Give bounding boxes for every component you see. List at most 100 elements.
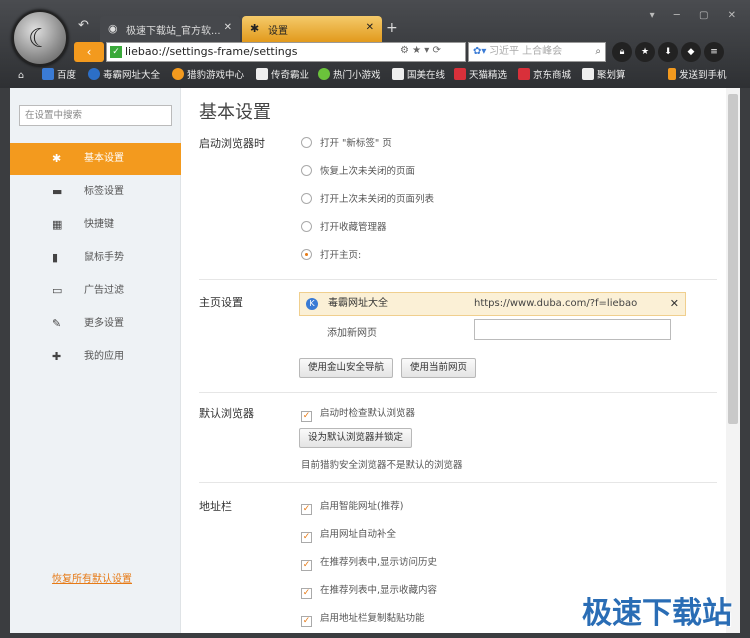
homepage-entry: K 毒霸网址大全 https://www.duba.com/?f=liebao … xyxy=(299,292,686,316)
bookmark-duba[interactable]: 毒霸网址大全 xyxy=(88,66,160,86)
url-text: liebao://settings-frame/settings xyxy=(125,45,298,58)
startup-label: 启动浏览器时 xyxy=(199,137,265,150)
homepage-label: 主页设置 xyxy=(199,296,243,309)
bookmark-gome[interactable]: 国美在线 xyxy=(392,66,445,86)
globe-icon: ◉ xyxy=(108,22,118,35)
star-icon[interactable]: ★ xyxy=(635,42,655,62)
back-icon[interactable]: ↶ xyxy=(78,18,89,33)
wrench-icon: ✎ xyxy=(52,317,62,330)
checkbox-checked[interactable]: ✓ xyxy=(301,504,312,515)
radio[interactable] xyxy=(301,165,312,176)
set-default-browser-button[interactable]: 设为默认浏览器并锁定 xyxy=(299,428,413,448)
scrollbar-thumb[interactable] xyxy=(728,94,738,424)
settings-search-input[interactable]: 在设置中搜索 xyxy=(19,105,172,126)
checkbox-checked[interactable]: ✓ xyxy=(301,560,312,571)
checkbox-checked[interactable]: ✓ xyxy=(301,588,312,599)
startup-option-newtab[interactable]: 打开 "新标签" 页 xyxy=(301,135,392,149)
sidebar-item-mouse-gestures[interactable]: ▮ 鼠标手势 xyxy=(10,242,181,274)
default-browser-label: 默认浏览器 xyxy=(199,407,254,420)
search-input[interactable]: ✿▾ 习近平 上合峰会 ⌕ xyxy=(468,42,606,62)
cheetah-logo-icon[interactable]: ☾ xyxy=(12,10,68,66)
homepage-entry-name: 毒霸网址大全 xyxy=(328,298,388,309)
settings-content: 基本设置 启动浏览器时 打开 "新标签" 页 恢复上次未关闭的页面 打开上次未关… xyxy=(181,88,726,633)
address-bar-label: 地址栏 xyxy=(199,500,232,513)
bookmark-mini-games[interactable]: 热门小游戏 xyxy=(318,66,381,86)
home-icon[interactable]: ⌂ xyxy=(18,66,24,86)
add-page-input[interactable] xyxy=(474,319,671,340)
settings-sidebar: 在设置中搜索 ✱ 基本设置 ▬ 标签设置 ▦ 快捷键 ▮ 鼠标手势 ▭ 广告过滤… xyxy=(10,88,181,633)
divider xyxy=(199,482,717,483)
bookmark-baidu[interactable]: 百度 xyxy=(42,66,76,86)
sidebar-item-apps[interactable]: ✚ 我的应用 xyxy=(10,341,181,373)
tab-label: 极速下载站_官方软... xyxy=(126,26,221,37)
tab-label: 设置 xyxy=(268,26,288,37)
startup-option-homepage[interactable]: 打开主页: xyxy=(301,247,361,261)
option-show-history[interactable]: ✓ 在推荐列表中,显示访问历史 xyxy=(301,554,437,571)
new-tab-button[interactable]: + xyxy=(386,20,398,36)
radio[interactable] xyxy=(301,193,312,204)
restore-defaults-link[interactable]: 恢复所有默认设置 xyxy=(52,570,132,585)
divider xyxy=(199,392,717,393)
gear-icon: ✱ xyxy=(52,152,62,165)
bookmark-juhuasuan[interactable]: 聚划算 xyxy=(582,66,626,86)
default-browser-status: 目前猎豹安全浏览器不是默认的浏览器 xyxy=(301,460,463,471)
option-smart-url[interactable]: ✓ 启用智能网址(推荐) xyxy=(301,498,403,515)
tab-settings[interactable]: ✱ 设置 ✕ xyxy=(242,16,382,42)
sidebar-item-shortcuts[interactable]: ▦ 快捷键 xyxy=(10,209,181,241)
bookmark-chuanqi[interactable]: 传奇霸业 xyxy=(256,66,309,86)
bookmark-jd[interactable]: 京东商城 xyxy=(518,66,571,86)
download-icon[interactable]: ⬇ xyxy=(658,42,678,62)
radio-selected[interactable] xyxy=(301,249,312,260)
use-safe-nav-button[interactable]: 使用金山安全导航 xyxy=(299,358,394,378)
radio[interactable] xyxy=(301,221,312,232)
sidebar-item-adblock[interactable]: ▭ 广告过滤 xyxy=(10,275,181,307)
checkbox-checked[interactable]: ✓ xyxy=(301,532,312,543)
lock-icon[interactable]: 🔒︎ xyxy=(612,42,632,62)
startup-option-restore-list[interactable]: 打开上次未关闭的页面列表 xyxy=(301,191,434,205)
send-to-phone[interactable]: 发送到手机 xyxy=(668,66,727,86)
settings-page: 在设置中搜索 ✱ 基本设置 ▬ 标签设置 ▦ 快捷键 ▮ 鼠标手势 ▭ 广告过滤… xyxy=(10,88,740,633)
watermark: 极速下载站 xyxy=(582,596,732,631)
keyboard-icon: ▦ xyxy=(52,218,63,231)
browser-toolbar: ☾ ↶ ◉ 极速下载站_官方软... ✕ ✱ 设置 ✕ + ▾ ─ ▢ ✕ ‹ … xyxy=(0,0,750,88)
secure-icon: ✓ xyxy=(110,46,122,58)
paw-icon: ✿▾ xyxy=(473,46,487,57)
sidebar-item-basic[interactable]: ✱ 基本设置 xyxy=(10,143,181,175)
add-page-label: 添加新网页 xyxy=(327,328,377,339)
laptop-icon: ▬ xyxy=(52,185,63,198)
option-copy-paste[interactable]: ✓ 启用地址栏复制黏贴功能 xyxy=(301,610,425,627)
back-button[interactable]: ‹ xyxy=(74,42,104,62)
homepage-entry-url: https://www.duba.com/?f=liebao xyxy=(474,298,638,309)
address-bar-tools[interactable]: ⚙ ★ ▾ ⟳ xyxy=(400,45,441,56)
bookmark-tmall[interactable]: 天猫精选 xyxy=(454,66,507,86)
startup-option-restore[interactable]: 恢复上次未关闭的页面 xyxy=(301,163,415,177)
option-show-favorites[interactable]: ✓ 在推荐列表中,显示收藏内容 xyxy=(301,582,437,599)
close-icon[interactable]: ✕ xyxy=(670,293,679,315)
toolbar-buttons: 🔒︎ ★ ⬇ ◆ ≡ xyxy=(612,42,727,62)
sidebar-item-tabs[interactable]: ▬ 标签设置 xyxy=(10,176,181,208)
startup-option-favorites[interactable]: 打开收藏管理器 xyxy=(301,219,387,233)
radio[interactable] xyxy=(301,137,312,148)
close-tab-icon[interactable]: ✕ xyxy=(224,22,232,33)
checkbox-checked[interactable]: ✓ xyxy=(301,411,312,422)
sidebar-item-more[interactable]: ✎ 更多设置 xyxy=(10,308,181,340)
puzzle-icon: ✚ xyxy=(52,350,62,363)
window-icon: ▭ xyxy=(52,284,63,297)
search-icon[interactable]: ⌕ xyxy=(595,43,601,61)
game-icon[interactable]: ◆ xyxy=(681,42,701,62)
check-default-option[interactable]: ✓ 启动时检查默认浏览器 xyxy=(301,405,415,422)
duba-icon: K xyxy=(306,298,318,310)
menu-icon[interactable]: ≡ xyxy=(704,42,724,62)
scrollbar[interactable] xyxy=(726,88,740,633)
bookmarks-bar: ⌂ 百度 毒霸网址大全 猎豹游戏中心 传奇霸业 热门小游戏 国美在线 天猫精选 … xyxy=(0,66,750,86)
window-controls[interactable]: ▾ ─ ▢ ✕ xyxy=(650,10,744,21)
mouse-icon: ▮ xyxy=(52,251,59,264)
close-tab-icon[interactable]: ✕ xyxy=(366,22,374,33)
option-autocomplete[interactable]: ✓ 启用网址自动补全 xyxy=(301,526,396,543)
tab-download-site[interactable]: ◉ 极速下载站_官方软... ✕ xyxy=(100,16,240,42)
gear-icon: ✱ xyxy=(250,22,260,35)
bookmark-game-center[interactable]: 猎豹游戏中心 xyxy=(172,66,244,86)
use-current-page-button[interactable]: 使用当前网页 xyxy=(401,358,477,378)
divider xyxy=(199,279,717,280)
checkbox-checked[interactable]: ✓ xyxy=(301,616,312,627)
